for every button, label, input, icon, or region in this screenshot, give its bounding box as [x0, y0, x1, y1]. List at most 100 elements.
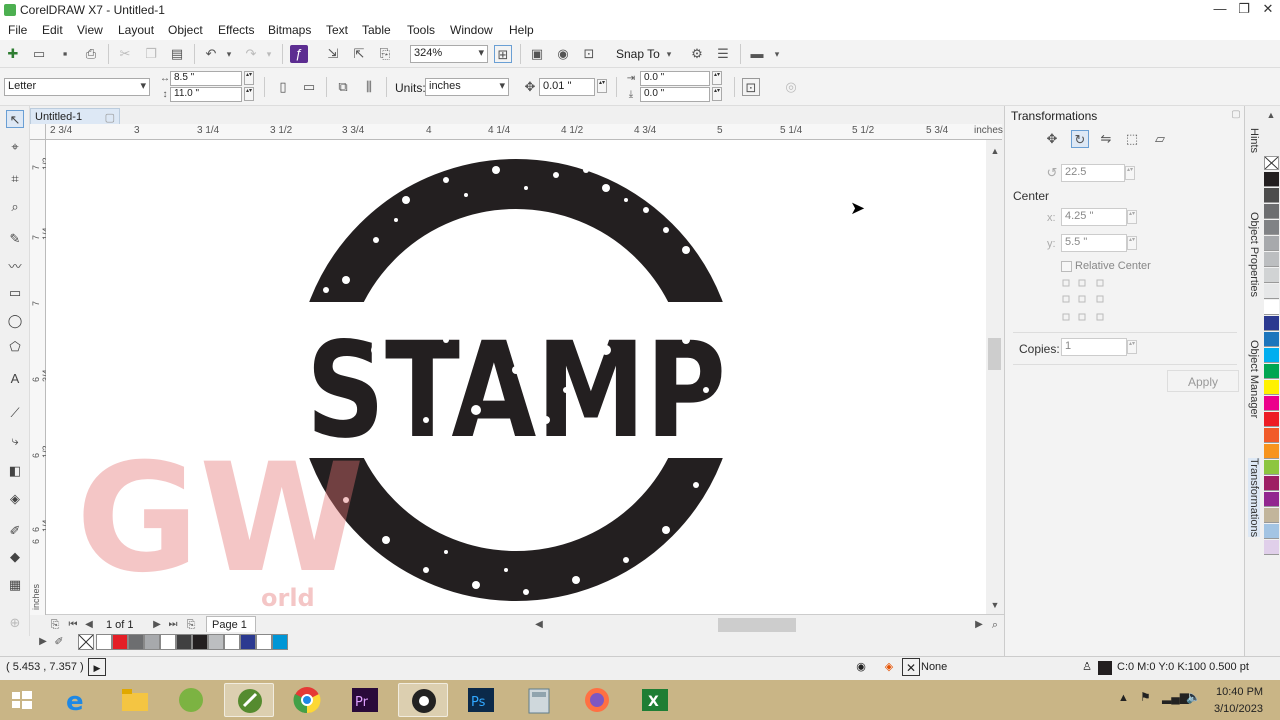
- obs-icon[interactable]: [398, 683, 448, 717]
- tab-hints[interactable]: Hints: [1248, 128, 1260, 153]
- color-swatch[interactable]: [1264, 316, 1279, 331]
- color-swatch[interactable]: [1264, 220, 1279, 235]
- parallel-dimension-icon[interactable]: ⟋: [6, 404, 24, 422]
- options-icon[interactable]: ⚙: [688, 45, 706, 63]
- new-document-icon[interactable]: ✚: [4, 45, 22, 63]
- copies-field[interactable]: 1: [1061, 338, 1127, 356]
- palette-scroll-up-icon[interactable]: ▲: [1262, 106, 1280, 124]
- menu-text[interactable]: Text: [326, 23, 348, 37]
- file-explorer-icon[interactable]: [110, 683, 160, 717]
- crop-tool-icon[interactable]: ⌗: [6, 170, 24, 188]
- duplicate-x-field[interactable]: 0.0 ": [640, 71, 710, 86]
- network-icon[interactable]: ▂▄▆: [1162, 690, 1189, 704]
- color-swatch[interactable]: [1264, 412, 1279, 427]
- color-swatch[interactable]: [1264, 172, 1279, 187]
- docker-close-icon[interactable]: ▢: [1227, 106, 1245, 124]
- menu-bitmaps[interactable]: Bitmaps: [268, 23, 311, 37]
- all-pages-icon[interactable]: ⧉: [334, 78, 352, 96]
- color-swatch[interactable]: [176, 634, 192, 650]
- copies-spinner[interactable]: ▴▾: [1127, 340, 1137, 354]
- shape-tool-icon[interactable]: ⌖: [6, 138, 24, 156]
- size-mode-icon[interactable]: ⬚: [1123, 130, 1141, 148]
- search-content-icon[interactable]: ƒ: [290, 45, 308, 63]
- undo-icon[interactable]: ↶: [202, 45, 220, 63]
- color-swatch[interactable]: [1264, 444, 1279, 459]
- tray-expand-icon[interactable]: ▲: [1118, 692, 1129, 704]
- duplicate-x-spinner[interactable]: ▴▾: [712, 71, 722, 85]
- connector-tool-icon[interactable]: ⤷: [6, 432, 24, 450]
- eyedropper-icon[interactable]: ✐: [6, 522, 24, 540]
- menu-layout[interactable]: Layout: [118, 23, 154, 37]
- center-y-spinner[interactable]: ▴▾: [1127, 236, 1137, 250]
- quick-customize-icon[interactable]: ⊕: [6, 614, 24, 632]
- treat-as-filled-icon[interactable]: ⊡: [742, 78, 760, 96]
- coreldraw-taskbar-icon[interactable]: [224, 683, 274, 717]
- close-icon[interactable]: ✕: [1256, 1, 1280, 17]
- zoom-level-select[interactable]: 324%: [410, 45, 488, 63]
- ruler-vertical[interactable]: 7 1/2 7 1/4 7 6 3/4 6 1/2 6 1/4 6 inches: [30, 140, 51, 615]
- drawing-canvas[interactable]: STAMP GW orld ➤: [46, 140, 986, 615]
- menu-table[interactable]: Table: [362, 23, 391, 37]
- tray-flag-icon[interactable]: ⚑: [1140, 690, 1151, 704]
- firefox-icon[interactable]: [572, 683, 622, 717]
- color-swatch[interactable]: [1264, 508, 1279, 523]
- page-height-spinner[interactable]: ▴▾: [244, 87, 254, 101]
- no-color-swatch[interactable]: [1264, 156, 1279, 170]
- vertical-scrollbar[interactable]: ▲ ▼: [986, 140, 1004, 615]
- color-swatch[interactable]: [1264, 300, 1279, 315]
- page-tab[interactable]: Page 1: [206, 616, 256, 633]
- center-x-spinner[interactable]: ▴▾: [1127, 210, 1137, 224]
- freehand-tool-icon[interactable]: ✎: [6, 230, 24, 248]
- color-swatch[interactable]: [1264, 348, 1279, 363]
- pick-tool-icon[interactable]: ↖: [6, 110, 24, 128]
- color-swatch[interactable]: [1264, 460, 1279, 475]
- artistic-media-icon[interactable]: 〰: [6, 258, 24, 276]
- menu-file[interactable]: File: [8, 23, 27, 37]
- status-expand-icon[interactable]: ▶: [88, 658, 106, 676]
- rectangle-tool-icon[interactable]: ▭: [6, 284, 24, 302]
- color-swatch[interactable]: [1264, 252, 1279, 267]
- color-swatch[interactable]: [96, 634, 112, 650]
- export-icon[interactable]: ⇱: [350, 45, 368, 63]
- ruler-horizontal[interactable]: 2 3/4 3 3 1/4 3 1/2 3 3/4 4 4 1/4 4 1/2 …: [46, 124, 1003, 140]
- cut-icon[interactable]: ✂: [116, 45, 134, 63]
- anchor-grid[interactable]: [1061, 278, 1107, 324]
- landscape-icon[interactable]: ▭: [300, 78, 318, 96]
- color-swatch[interactable]: [1264, 284, 1279, 299]
- nudge-spinner[interactable]: ▴▾: [597, 79, 607, 93]
- menu-help[interactable]: Help: [509, 23, 534, 37]
- redo-icon[interactable]: ↷: [242, 45, 260, 63]
- color-swatch[interactable]: [1264, 332, 1279, 347]
- center-y-field[interactable]: 5.5 ": [1061, 234, 1127, 252]
- chrome-icon[interactable]: [282, 683, 332, 717]
- units-select[interactable]: inches: [425, 78, 509, 96]
- premiere-icon[interactable]: Pr: [340, 683, 390, 717]
- drop-shadow-icon[interactable]: ◧: [6, 462, 24, 480]
- color-swatch[interactable]: [128, 634, 144, 650]
- tab-object-properties[interactable]: Object Properties: [1248, 212, 1260, 297]
- transparency-tool-icon[interactable]: ◈: [6, 490, 24, 508]
- no-fill-swatch-icon[interactable]: ✕: [902, 658, 920, 676]
- full-screen-preview-icon[interactable]: ▣: [528, 45, 546, 63]
- interactive-fill-icon[interactable]: ◆: [6, 548, 24, 566]
- position-mode-icon[interactable]: ✥: [1043, 130, 1061, 148]
- stamp-artwork[interactable]: STAMP GW orld: [46, 140, 986, 615]
- print-icon[interactable]: ⎙: [82, 45, 100, 63]
- tab-close-icon[interactable]: ▢: [105, 111, 115, 124]
- calculator-icon[interactable]: [514, 683, 564, 717]
- copy-icon[interactable]: ❐: [142, 45, 160, 63]
- zoom-fit-icon[interactable]: ⊞: [494, 45, 512, 63]
- photoshop-icon[interactable]: Ps: [456, 683, 506, 717]
- duplicate-y-field[interactable]: 0.0 ": [640, 87, 710, 102]
- rotation-angle-field[interactable]: 22.5: [1061, 164, 1125, 182]
- scroll-down-icon[interactable]: ▼: [986, 596, 1004, 614]
- color-swatch[interactable]: [1264, 188, 1279, 203]
- save-icon[interactable]: ▪: [56, 45, 74, 63]
- ruler-origin[interactable]: [30, 124, 46, 140]
- duplicate-y-spinner[interactable]: ▴▾: [712, 87, 722, 101]
- application-launcher-icon[interactable]: ▬: [748, 45, 766, 63]
- color-swatch[interactable]: [208, 634, 224, 650]
- menu-tools[interactable]: Tools: [407, 23, 435, 37]
- tab-object-manager[interactable]: Object Manager: [1248, 340, 1260, 418]
- color-swatch[interactable]: [1264, 268, 1279, 283]
